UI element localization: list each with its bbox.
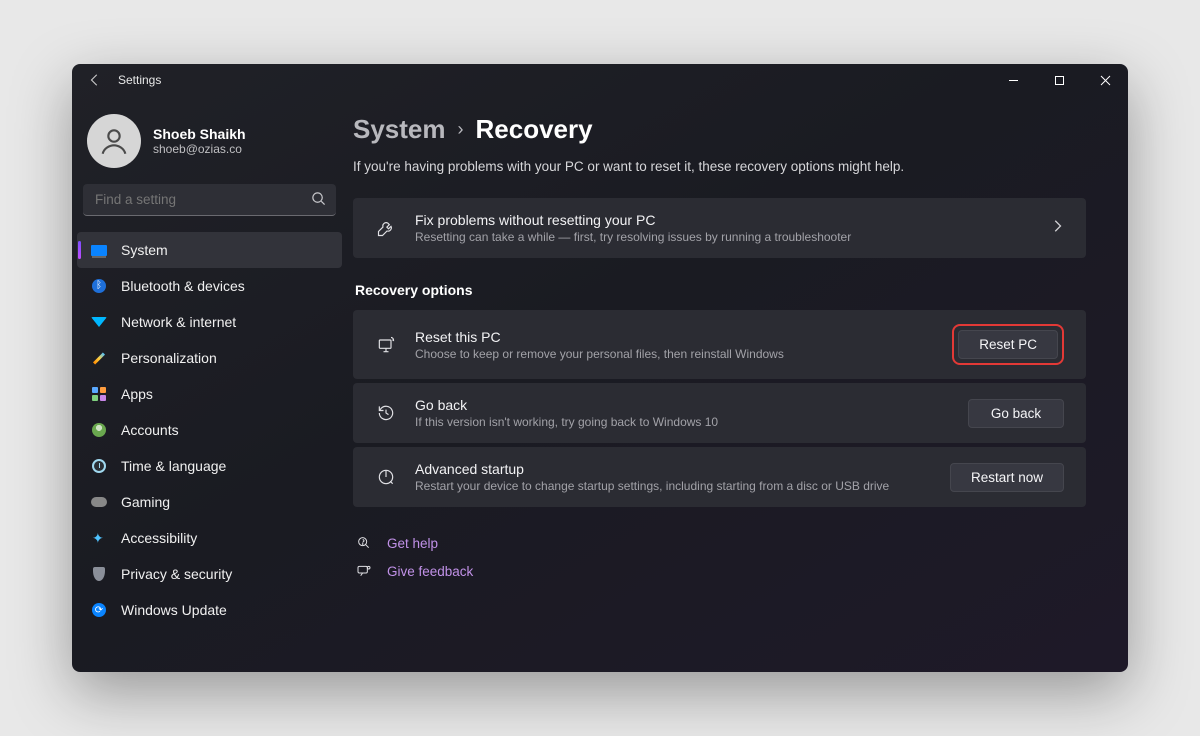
chevron-right-icon: › [458,119,464,140]
nav-label: Network & internet [121,314,236,330]
sidebar: Shoeb Shaikh shoeb@ozias.co System [72,96,347,672]
breadcrumb-current: Recovery [476,114,593,145]
nav-label: Bluetooth & devices [121,278,245,294]
advanced-startup-row: Advanced startup Restart your device to … [353,447,1086,507]
link-label: Get help [387,536,438,551]
search-input[interactable] [83,184,336,216]
highlight-annotation: Reset PC [952,324,1064,365]
nav-item-accessibility[interactable]: ✦ Accessibility [77,520,342,556]
history-icon [375,403,397,423]
link-label: Give feedback [387,564,473,579]
nav-item-personalization[interactable]: Personalization [77,340,342,376]
search-icon [311,191,326,211]
card-title: Reset this PC [415,329,934,345]
nav-label: System [121,242,168,258]
nav-item-network[interactable]: Network & internet [77,304,342,340]
brush-icon [91,350,107,366]
card-title: Advanced startup [415,461,932,477]
restart-now-button[interactable]: Restart now [950,463,1064,492]
bluetooth-icon: ᛒ [91,278,107,294]
apps-icon [91,386,107,402]
go-back-row: Go back If this version isn't working, t… [353,383,1086,443]
help-icon [355,535,373,551]
update-icon: ⟳ [91,602,107,618]
reset-icon [375,335,397,355]
nav-label: Time & language [121,458,226,474]
nav: System ᛒ Bluetooth & devices Network & i… [77,226,342,628]
nav-item-time[interactable]: Time & language [77,448,342,484]
system-icon [91,242,107,258]
page-subtitle: If you're having problems with your PC o… [353,159,1086,174]
wrench-icon [375,218,397,238]
wifi-icon [91,314,107,330]
back-button[interactable] [88,73,102,87]
clock-icon [91,458,107,474]
nav-item-privacy[interactable]: Privacy & security [77,556,342,592]
profile-block[interactable]: Shoeb Shaikh shoeb@ozias.co [77,108,342,184]
reset-pc-row: Reset this PC Choose to keep or remove y… [353,310,1086,379]
section-header: Recovery options [355,282,1086,298]
nav-item-bluetooth[interactable]: ᛒ Bluetooth & devices [77,268,342,304]
give-feedback-link[interactable]: Give feedback [353,557,1086,585]
breadcrumb: System › Recovery [353,114,1086,145]
nav-label: Personalization [121,350,217,366]
maximize-button[interactable] [1036,64,1082,96]
gaming-icon [91,494,107,510]
feedback-icon [355,563,373,579]
nav-label: Windows Update [121,602,227,618]
nav-item-accounts[interactable]: Accounts [77,412,342,448]
card-desc: Restart your device to change startup se… [415,479,932,493]
nav-label: Gaming [121,494,170,510]
shield-icon [91,566,107,582]
nav-item-apps[interactable]: Apps [77,376,342,412]
nav-label: Accounts [121,422,179,438]
settings-window: Settings Shoeb Shaikh shoeb@ozias. [72,64,1128,672]
reset-pc-button[interactable]: Reset PC [958,330,1058,359]
close-button[interactable] [1082,64,1128,96]
minimize-button[interactable] [990,64,1036,96]
accessibility-icon: ✦ [91,530,107,546]
profile-email: shoeb@ozias.co [153,142,246,156]
nav-label: Apps [121,386,153,402]
get-help-link[interactable]: Get help [353,529,1086,557]
chevron-right-icon [1050,219,1064,238]
go-back-button[interactable]: Go back [968,399,1064,428]
related-links: Get help Give feedback [353,529,1086,585]
titlebar: Settings [72,64,1128,96]
power-icon [375,467,397,487]
card-title: Fix problems without resetting your PC [415,212,1032,228]
nav-item-system[interactable]: System [77,232,342,268]
window-title: Settings [118,73,161,87]
card-desc: If this version isn't working, try going… [415,415,950,429]
breadcrumb-parent[interactable]: System [353,114,446,145]
card-title: Go back [415,397,950,413]
profile-name: Shoeb Shaikh [153,126,246,142]
troubleshoot-card[interactable]: Fix problems without resetting your PC R… [353,198,1086,258]
avatar [87,114,141,168]
nav-item-update[interactable]: ⟳ Windows Update [77,592,342,628]
card-desc: Resetting can take a while — first, try … [415,230,1032,244]
card-desc: Choose to keep or remove your personal f… [415,347,934,361]
nav-item-gaming[interactable]: Gaming [77,484,342,520]
main-content: System › Recovery If you're having probl… [347,96,1128,672]
accounts-icon [91,422,107,438]
nav-label: Accessibility [121,530,197,546]
nav-label: Privacy & security [121,566,232,582]
